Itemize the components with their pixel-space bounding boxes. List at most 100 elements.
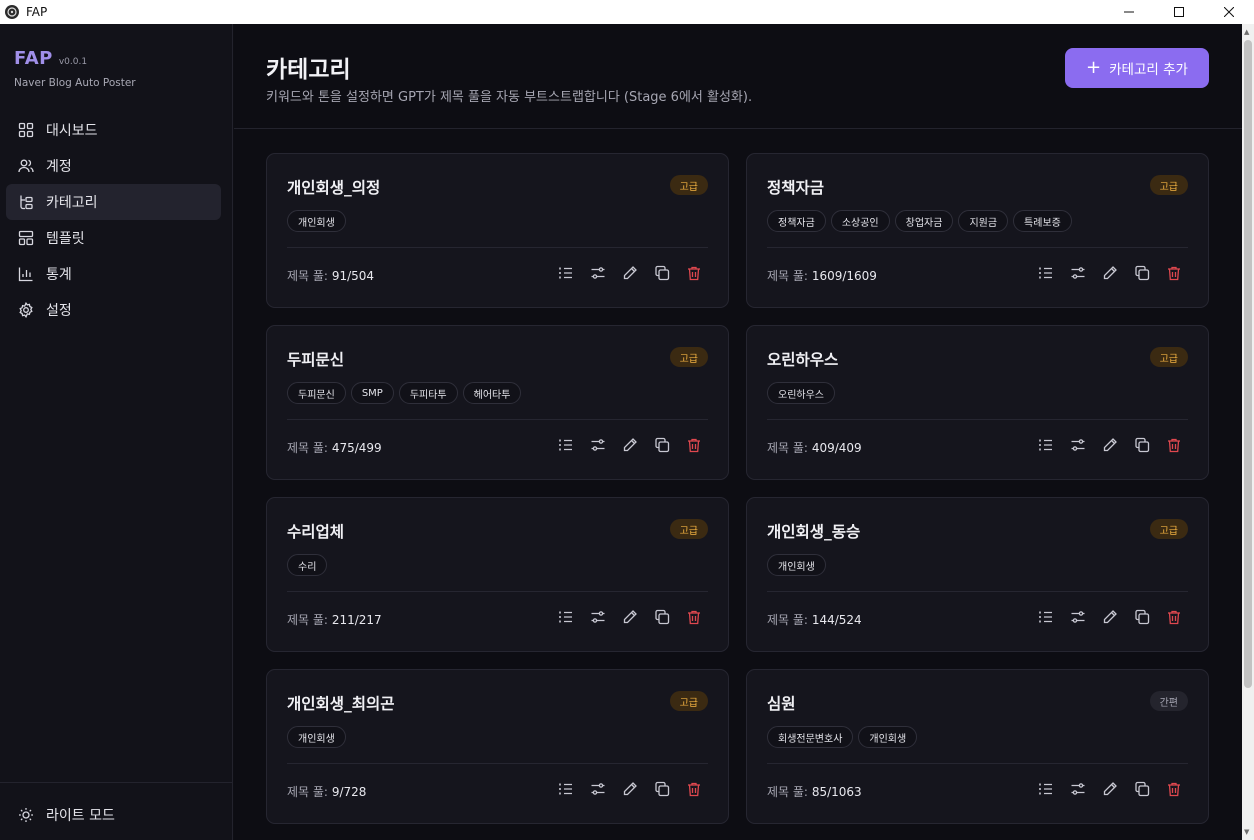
view-titles-button[interactable]	[1038, 437, 1054, 453]
view-titles-button[interactable]	[558, 265, 574, 281]
tone-settings-button[interactable]	[1070, 437, 1086, 453]
duplicate-category-button[interactable]	[1134, 437, 1150, 453]
view-titles-button[interactable]	[1038, 781, 1054, 797]
vertical-scrollbar[interactable]: ▲ ▼	[1242, 24, 1254, 840]
sidebar-item-dashboard[interactable]: 대시보드	[6, 112, 221, 148]
view-titles-button[interactable]	[1038, 609, 1054, 625]
duplicate-category-button[interactable]	[654, 437, 670, 453]
tone-settings-button[interactable]	[1070, 781, 1086, 797]
copy-icon	[654, 609, 670, 625]
mode-badge: 고급	[1149, 519, 1188, 539]
plus-icon: +	[1086, 57, 1102, 78]
edit-category-button[interactable]	[1102, 781, 1118, 797]
sidebar-item-stats[interactable]: 통계	[6, 256, 221, 292]
delete-category-button[interactable]	[1166, 609, 1182, 625]
edit-category-button[interactable]	[1102, 437, 1118, 453]
category-card[interactable]: 개인회생_의정 고급 개인회생 제목 풀: 91/504	[266, 153, 729, 308]
scroll-down-icon[interactable]: ▼	[1244, 828, 1249, 836]
keyword-tag: 창업자금	[894, 210, 954, 232]
duplicate-category-button[interactable]	[654, 265, 670, 281]
category-card[interactable]: 개인회생_동승 고급 개인회생 제목 풀: 144/524	[746, 497, 1209, 652]
scroll-thumb[interactable]	[1244, 40, 1252, 688]
title-pool-label: 제목 풀:	[287, 613, 328, 627]
list-icon	[558, 265, 574, 281]
copy-icon	[654, 265, 670, 281]
delete-category-button[interactable]	[1166, 437, 1182, 453]
tone-settings-button[interactable]	[590, 609, 606, 625]
delete-category-button[interactable]	[686, 437, 702, 453]
duplicate-category-button[interactable]	[654, 609, 670, 625]
title-pool: 제목 풀: 211/217	[287, 611, 382, 628]
sidebar-item-templates[interactable]: 템플릿	[6, 220, 221, 256]
delete-category-button[interactable]	[1166, 781, 1182, 797]
title-pool-count: 475/499	[331, 441, 382, 455]
list-icon	[1038, 609, 1054, 625]
title-pool-label: 제목 풀:	[287, 269, 328, 283]
delete-category-button[interactable]	[1166, 265, 1182, 281]
sidebar-item-settings[interactable]: 설정	[6, 292, 221, 328]
view-titles-button[interactable]	[1038, 265, 1054, 281]
scroll-up-icon[interactable]: ▲	[1244, 28, 1249, 36]
minimize-button[interactable]	[1104, 0, 1154, 24]
sidebar-item-label: 통계	[46, 267, 72, 283]
delete-category-button[interactable]	[686, 609, 702, 625]
title-pool-label: 제목 풀:	[767, 441, 808, 455]
mode-badge: 고급	[669, 519, 708, 539]
keyword-tag: 소상공인	[830, 210, 890, 232]
duplicate-category-button[interactable]	[1134, 609, 1150, 625]
delete-category-button[interactable]	[686, 265, 702, 281]
duplicate-category-button[interactable]	[1134, 781, 1150, 797]
keyword-tags: 두피문신 SMP 두피타투 헤어타투	[287, 382, 522, 404]
tone-settings-button[interactable]	[590, 437, 606, 453]
copy-icon	[1134, 265, 1150, 281]
category-card[interactable]: 정책자금 고급 정책자금 소상공인 창업자금 지원금 특례보증 제목 풀: 1609/1609	[746, 153, 1209, 308]
sliders-icon	[1070, 265, 1086, 281]
tone-settings-button[interactable]	[1070, 609, 1086, 625]
category-card[interactable]: 심원 간편 회생전문변호사 개인회생 제목 풀: 85/1063	[746, 669, 1209, 824]
edit-category-button[interactable]	[1102, 609, 1118, 625]
edit-category-button[interactable]	[622, 609, 638, 625]
keyword-tags: 정책자금 소상공인 창업자금 지원금 특례보증	[767, 210, 1072, 232]
title-pool: 제목 풀: 85/1063	[767, 783, 862, 800]
title-pool-label: 제목 풀:	[287, 785, 328, 799]
maximize-button[interactable]	[1154, 0, 1204, 24]
title-pool-count: 144/524	[811, 613, 862, 627]
trash-icon	[1166, 781, 1182, 797]
duplicate-category-button[interactable]	[654, 781, 670, 797]
page-header: 카테고리 키워드와 톤을 설정하면 GPT가 제목 풀을 자동 부트스트랩합니다…	[234, 24, 1242, 129]
category-name: 두피문신	[287, 351, 345, 369]
category-card[interactable]: 개인회생_최의곤 고급 개인회생 제목 풀: 9/728	[266, 669, 729, 824]
category-card[interactable]: 수리업체 고급 수리 제목 풀: 211/217	[266, 497, 729, 652]
edit-category-button[interactable]	[1102, 265, 1118, 281]
view-titles-button[interactable]	[558, 437, 574, 453]
title-pool: 제목 풀: 475/499	[287, 439, 382, 456]
close-icon	[1224, 7, 1234, 17]
view-titles-button[interactable]	[558, 781, 574, 797]
edit-category-button[interactable]	[622, 265, 638, 281]
add-category-button[interactable]: + 카테고리 추가	[1065, 48, 1209, 88]
title-pool-count: 409/409	[811, 441, 862, 455]
sidebar-item-categories[interactable]: 카테고리	[6, 184, 221, 220]
theme-toggle-button[interactable]: 라이트 모드	[18, 805, 115, 825]
mode-badge: 간편	[1149, 691, 1188, 711]
delete-category-button[interactable]	[686, 781, 702, 797]
list-icon	[1038, 265, 1054, 281]
list-icon	[1038, 437, 1054, 453]
sidebar-item-label: 대시보드	[46, 123, 98, 139]
close-window-button[interactable]	[1204, 0, 1254, 24]
view-titles-button[interactable]	[558, 609, 574, 625]
edit-category-button[interactable]	[622, 437, 638, 453]
sidebar-item-accounts[interactable]: 계정	[6, 148, 221, 184]
tone-settings-button[interactable]	[590, 781, 606, 797]
sliders-icon	[1070, 781, 1086, 797]
tone-settings-button[interactable]	[590, 265, 606, 281]
category-card[interactable]: 두피문신 고급 두피문신 SMP 두피타투 헤어타투 제목 풀: 475/499	[266, 325, 729, 480]
sidebar-item-label: 카테고리	[46, 195, 98, 211]
pencil-icon	[1102, 609, 1118, 625]
tone-settings-button[interactable]	[1070, 265, 1086, 281]
card-divider	[767, 763, 1188, 764]
duplicate-category-button[interactable]	[1134, 265, 1150, 281]
keyword-tag: 수리	[287, 554, 328, 576]
edit-category-button[interactable]	[622, 781, 638, 797]
category-card[interactable]: 오린하우스 고급 오린하우스 제목 풀: 409/409	[746, 325, 1209, 480]
